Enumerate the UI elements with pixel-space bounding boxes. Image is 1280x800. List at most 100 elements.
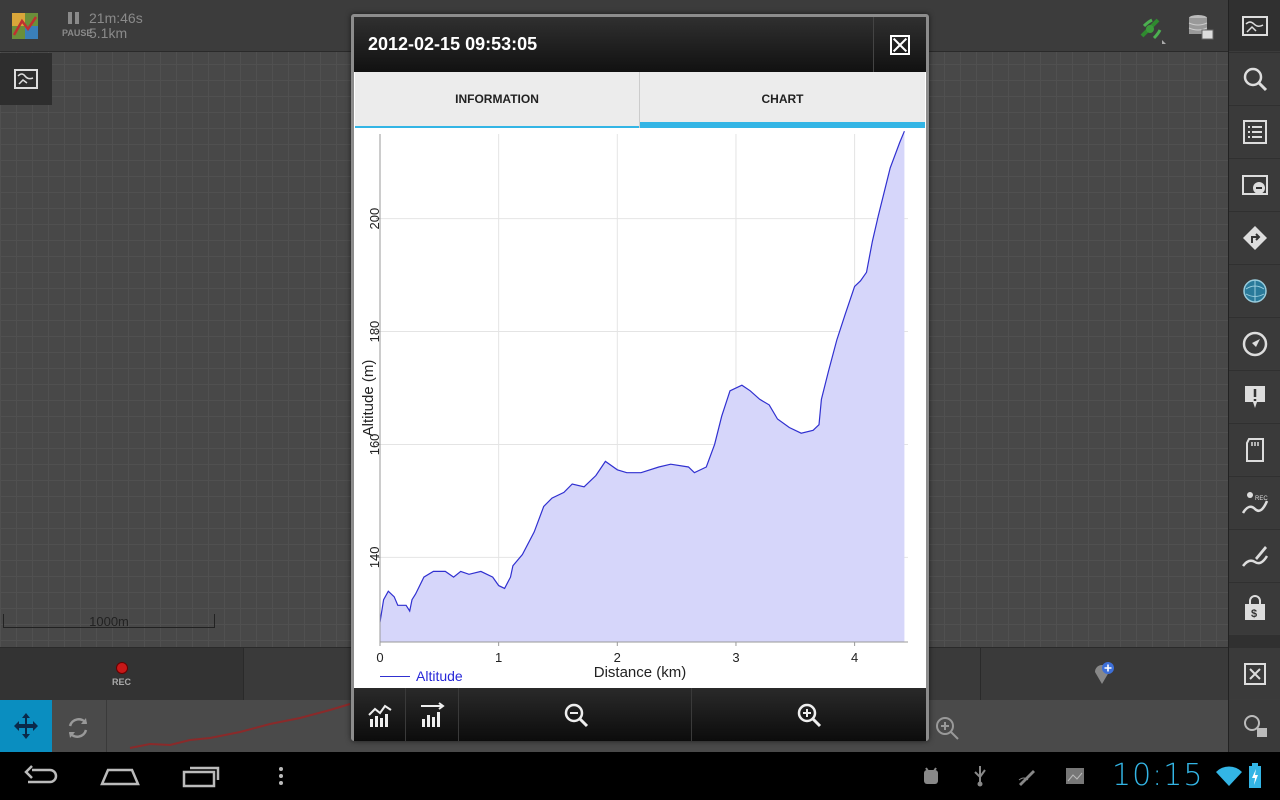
distance-axis-icon: [421, 702, 445, 727]
gallery-icon: [1064, 752, 1086, 800]
recent-apps-icon: [182, 766, 220, 788]
svg-text:REC: REC: [1255, 496, 1268, 502]
zoom-out-icon: [564, 703, 589, 728]
chart-zoom-in-button[interactable]: [692, 688, 926, 741]
android-debug-icon: [920, 752, 942, 800]
overflow-menu-button[interactable]: [277, 752, 285, 800]
home-button[interactable]: [100, 752, 140, 800]
close-panel-button[interactable]: [1229, 648, 1280, 700]
y-tick-label: 180: [367, 321, 382, 343]
battery-icon: [1248, 752, 1262, 800]
web-services-button[interactable]: [1229, 265, 1280, 317]
close-icon: [1244, 663, 1266, 685]
elapsed-time: 21m:46s: [89, 10, 143, 26]
system-clock: 10:15: [1112, 758, 1204, 793]
y-tick-label: 140: [367, 546, 382, 568]
map-sources-icon: [1242, 175, 1268, 195]
usb-icon: [970, 752, 990, 800]
shopping-bag-icon: $: [1245, 595, 1265, 620]
close-icon: [890, 35, 910, 55]
globe-icon: [1243, 279, 1267, 303]
track-detail-dialog: 2012-02-15 09:53:05 INFORMATION CHART 0 1…: [351, 14, 929, 741]
signal-edit-icon: [1016, 752, 1038, 800]
app-logo-icon[interactable]: [10, 11, 40, 41]
storage-button[interactable]: [1229, 424, 1280, 476]
chart-zoom-out-button[interactable]: [459, 688, 692, 741]
map-layers-button[interactable]: [0, 53, 52, 105]
chart-type-button[interactable]: [354, 688, 406, 741]
track-rec-button[interactable]: REC: [1229, 477, 1280, 529]
chart-axis-button[interactable]: [406, 688, 459, 741]
recent-apps-button[interactable]: [182, 752, 222, 800]
zoom-in-icon[interactable]: [934, 715, 960, 741]
search-button[interactable]: [1229, 53, 1280, 105]
compass-button[interactable]: [1229, 318, 1280, 370]
record-icon: [116, 662, 128, 674]
x-tick-label: 1: [495, 650, 502, 665]
chart-canvas: 0 1 2 3 4140160180200Distance (km)Altitude (…: [360, 130, 908, 681]
rotate-icon[interactable]: [64, 714, 92, 742]
x-tick-label: 3: [732, 650, 739, 665]
altitude-chart-icon: [368, 704, 392, 727]
map-icon: [1242, 16, 1268, 36]
dialog-close-button[interactable]: [873, 17, 926, 72]
track-distance: 5.1km: [89, 25, 128, 41]
dialog-title: 2012-02-15 09:53:05: [368, 34, 538, 54]
altitude-chart[interactable]: 0 1 2 3 4 140 160 180 200 Distance (km) Altitude (…: [355, 128, 925, 688]
system-nav-bar: [0, 752, 1280, 800]
legend-label: Altitude: [416, 668, 463, 684]
map-scale-bar: 1000m: [3, 614, 215, 629]
move-mode-button[interactable]: [0, 700, 52, 752]
chart-toolbar: [354, 688, 926, 741]
back-icon: [24, 765, 58, 784]
dialog-header: 2012-02-15 09:53:05: [354, 17, 926, 72]
legend-swatch: [380, 676, 410, 677]
zoom-lock-icon: [1244, 715, 1267, 737]
add-poi-icon[interactable]: [1090, 660, 1116, 686]
zoom-lock-button[interactable]: [1229, 700, 1280, 752]
track-edit-button[interactable]: [1229, 530, 1280, 582]
rec-label: REC: [111, 677, 131, 687]
shop-button[interactable]: $: [1229, 583, 1280, 635]
alert-icon: [1245, 386, 1265, 408]
home-icon: [100, 768, 140, 786]
map-scale-label: 1000m: [89, 614, 129, 629]
zoom-in-icon: [797, 703, 822, 728]
sd-card-icon: [1246, 438, 1264, 462]
pause-label: PAUSE: [62, 28, 93, 38]
x-tick-label: 4: [851, 650, 858, 665]
alerts-button[interactable]: [1229, 371, 1280, 423]
x-axis-title: Distance (km): [594, 664, 687, 681]
search-icon: [1243, 67, 1268, 92]
overflow-menu-icon: [279, 767, 283, 785]
altitude-area: [380, 131, 905, 642]
svg-text:$: $: [1251, 608, 1257, 620]
compass-icon: [1242, 331, 1268, 357]
gps-signal-icon[interactable]: [1134, 12, 1168, 46]
rec-button[interactable]: REC: [0, 648, 244, 701]
track-rec-icon: REC: [1241, 492, 1268, 514]
route-turn-icon: [1243, 226, 1267, 250]
toolbar-divider: [980, 648, 981, 701]
pause-icon: [68, 12, 80, 24]
move-arrows-icon: [14, 713, 38, 739]
tab-information[interactable]: INFORMATION: [355, 72, 640, 128]
dialog-tabs: INFORMATION CHART: [355, 72, 925, 128]
list-button[interactable]: [1229, 106, 1280, 158]
right-toolbar: REC $: [1228, 0, 1280, 752]
x-tick-label: 0: [376, 650, 383, 665]
back-button[interactable]: [22, 752, 60, 800]
tab-chart[interactable]: CHART: [640, 72, 925, 128]
x-tick-label: 2: [614, 650, 621, 665]
map-view-button[interactable]: [1229, 0, 1280, 52]
database-icon[interactable]: [1186, 12, 1216, 42]
y-axis-title: Altitude (m): [360, 360, 377, 437]
map-icon: [14, 69, 38, 89]
screen: PAUSE 21m:46s 5.1km 1000m REC REC $ 2012…: [0, 0, 1280, 800]
track-edit-icon: [1242, 546, 1269, 567]
map-sources-button[interactable]: [1229, 159, 1280, 211]
list-icon: [1243, 120, 1267, 144]
wifi-icon: [1214, 752, 1244, 800]
y-tick-label: 200: [367, 208, 382, 230]
navigation-button[interactable]: [1229, 212, 1280, 264]
